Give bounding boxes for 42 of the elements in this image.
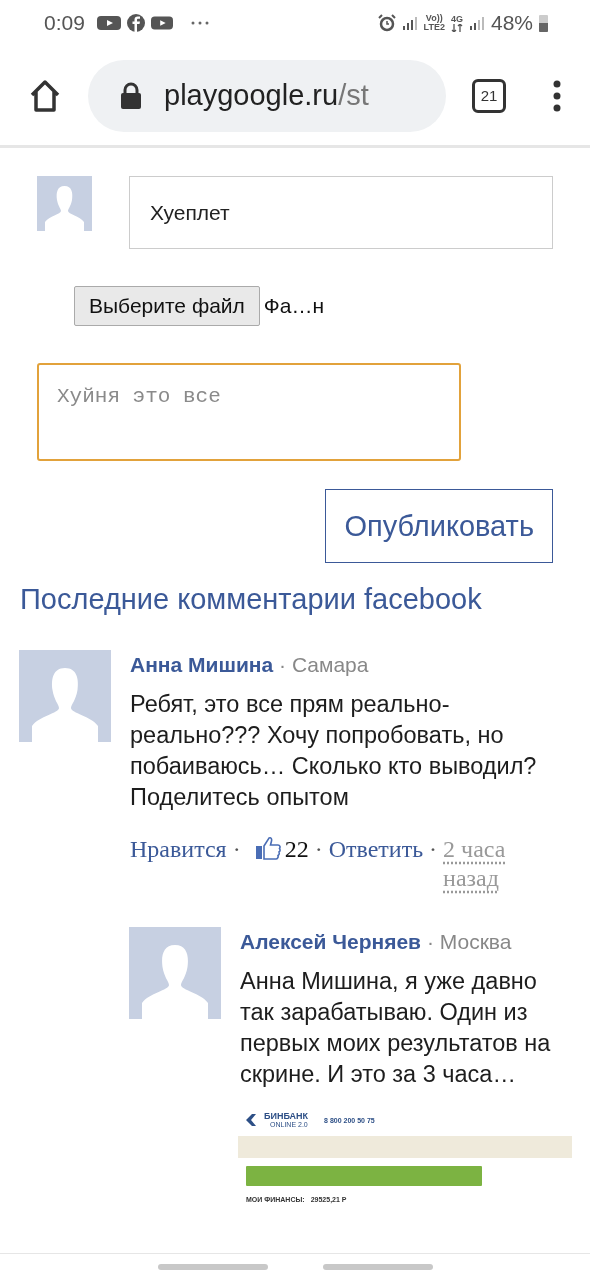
volte-label: Vo)): [425, 14, 443, 23]
like-link[interactable]: Нравится: [130, 835, 227, 864]
alarm-icon: [377, 14, 396, 32]
bank-name: БИНБАНК: [264, 1112, 309, 1121]
more-icon: [190, 21, 209, 25]
message-field[interactable]: Хуйня это все: [37, 363, 461, 461]
separator-dot: ·: [429, 835, 438, 864]
name-field[interactable]: Хуеплет: [129, 176, 553, 249]
lock-icon: [120, 81, 142, 110]
signal-icon: [468, 15, 485, 31]
battery-percent: 48%: [490, 11, 533, 35]
author-location: · Самара: [279, 653, 369, 676]
tab-count-button[interactable]: 21: [472, 78, 506, 113]
address-bar[interactable]: playgoogle.ru/st: [88, 59, 446, 132]
lte-label: LTE2: [423, 23, 445, 32]
author-location: · Москва: [426, 930, 512, 953]
thumbs-up-icon: [254, 835, 281, 861]
comment-text: Анна Мишина, я уже давно так зарабатываю. Один из первых моих результатов на скрине. И это за 3 часа…: [240, 967, 552, 1089]
video-app-icon: [96, 15, 121, 31]
url-host: playgoogle.ru: [164, 79, 339, 111]
separator-dot: ·: [314, 835, 323, 864]
data-arrows-icon: [450, 23, 463, 32]
separator-dot: ·: [232, 835, 241, 864]
choose-file-button[interactable]: Выберите файл: [74, 286, 260, 326]
battery-icon: [539, 14, 548, 32]
video-app-icon: [150, 15, 173, 31]
social-app-icon: [126, 14, 145, 32]
url-path: /st: [338, 79, 369, 111]
avatar: [37, 176, 92, 231]
author-link[interactable]: Анна Мишина: [130, 653, 274, 676]
section-title: Последние комментарии facebook: [20, 583, 483, 616]
home-icon[interactable]: [28, 78, 62, 113]
network-label: 4G: [450, 14, 463, 24]
comment-text: Ребят, это все прям реально-реально??? Хочу попробовать, но побаиваюсь… Сколько кто выводил? Поделитесь опытом: [130, 690, 538, 812]
status-time: 0:09: [44, 11, 85, 35]
file-name: Фа…н: [263, 294, 325, 318]
author-link[interactable]: Алексей Черняев: [240, 930, 422, 953]
reply-link[interactable]: Ответить: [328, 835, 424, 864]
signal-icon: [401, 15, 418, 31]
like-count: 22: [284, 835, 309, 864]
menu-icon[interactable]: [552, 79, 562, 112]
publish-button[interactable]: Опубликовать: [325, 489, 553, 563]
